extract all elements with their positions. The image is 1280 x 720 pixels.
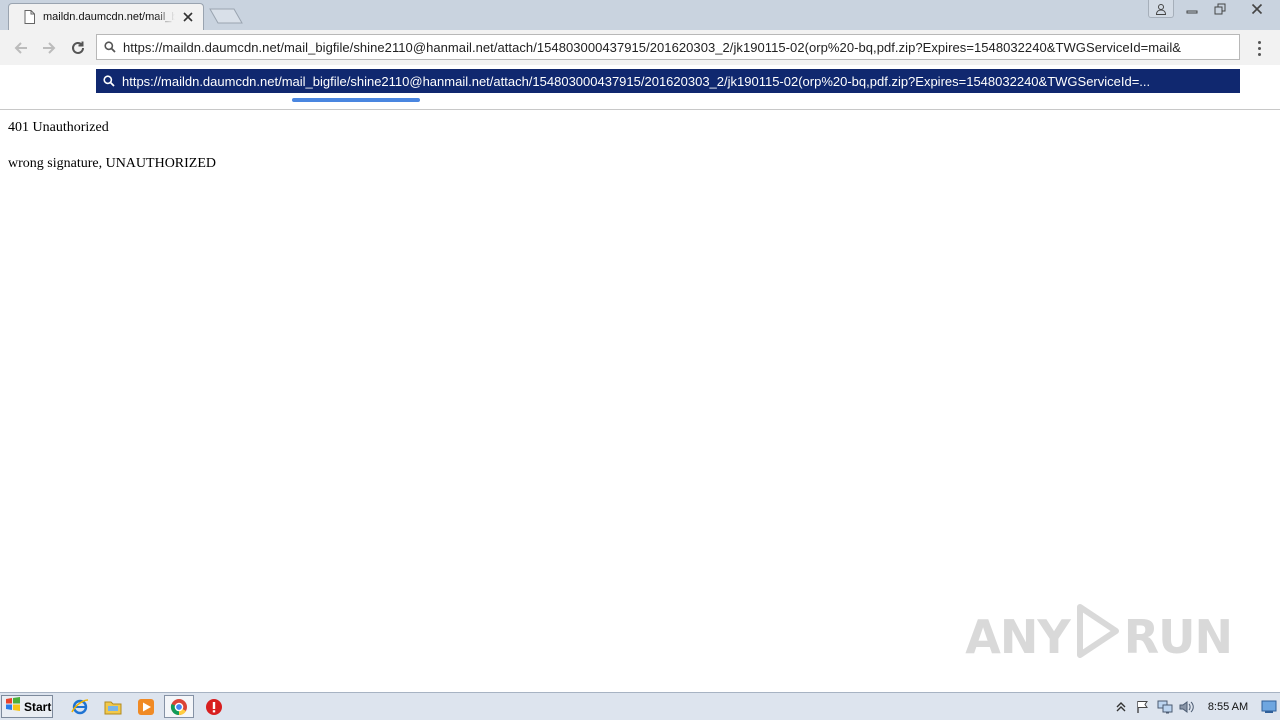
windows-logo-icon [5, 696, 21, 717]
show-desktop-icon[interactable] [1258, 696, 1280, 718]
error-message: wrong signature, UNAUTHORIZED [8, 156, 217, 171]
close-window-button[interactable] [1234, 0, 1280, 18]
watermark-text-right: RUN [1123, 609, 1233, 664]
search-icon [96, 69, 122, 93]
omnibox-suggestion[interactable]: https://maildn.daumcdn.net/mail_bigfile/… [96, 69, 1240, 93]
tab-title: maildn.daumcdn.net/mail_bigfile/shine211… [43, 11, 176, 23]
browser-menu-button[interactable] [1250, 36, 1268, 60]
error-heading: 401 Unauthorized [8, 120, 109, 135]
volume-icon[interactable] [1176, 696, 1198, 718]
play-icon [1074, 603, 1120, 670]
browser-toolbar: https://maildn.daumcdn.net/mail_bigfile/… [0, 30, 1280, 65]
search-icon [97, 35, 123, 59]
media-player-icon[interactable] [131, 695, 161, 718]
omnibox-dropdown: https://maildn.daumcdn.net/mail_bigfile/… [0, 65, 1280, 98]
restore-button[interactable] [1206, 0, 1234, 18]
suggestion-text: https://maildn.daumcdn.net/mail_bigfile/… [122, 73, 1151, 89]
action-center-flag-icon[interactable] [1132, 696, 1154, 718]
minimize-button[interactable] [1178, 0, 1206, 18]
window-controls [1148, 0, 1280, 20]
system-tray: 8:55 AM [1110, 693, 1280, 720]
start-button[interactable]: Start [1, 695, 53, 718]
tab-strip: maildn.daumcdn.net/mail_bigfile/shine211… [0, 0, 1280, 30]
forward-button[interactable] [37, 36, 61, 60]
taskbar-clock[interactable]: 8:55 AM [1198, 701, 1258, 713]
windows-explorer-icon[interactable] [98, 695, 128, 718]
tab-close-icon[interactable] [181, 10, 195, 24]
profile-icon[interactable] [1148, 0, 1174, 18]
address-bar-text[interactable]: https://maildn.daumcdn.net/mail_bigfile/… [123, 40, 1237, 55]
antivirus-alert-icon[interactable] [199, 695, 229, 718]
reload-button[interactable] [66, 36, 90, 60]
document-icon [23, 10, 36, 24]
address-bar[interactable]: https://maildn.daumcdn.net/mail_bigfile/… [96, 34, 1240, 60]
anyrun-watermark: ANY RUN [965, 603, 1233, 670]
chrome-icon[interactable] [164, 695, 194, 718]
page-content: 401 Unauthorized wrong signature, UNAUTH… [0, 111, 1280, 692]
show-hidden-icons-chevron-icon[interactable] [1110, 696, 1132, 718]
watermark-text-left: ANY [965, 609, 1070, 664]
internet-explorer-icon[interactable] [65, 695, 95, 718]
network-icon[interactable] [1154, 696, 1176, 718]
loading-progress [0, 98, 1280, 110]
start-label: Start [24, 699, 52, 714]
back-button[interactable] [9, 36, 33, 60]
loading-progress-bar [292, 98, 420, 102]
browser-tab[interactable]: maildn.daumcdn.net/mail_bigfile/shine211… [8, 3, 204, 30]
new-tab-button[interactable] [209, 8, 243, 24]
taskbar: Start 8:55 AM [0, 692, 1280, 720]
